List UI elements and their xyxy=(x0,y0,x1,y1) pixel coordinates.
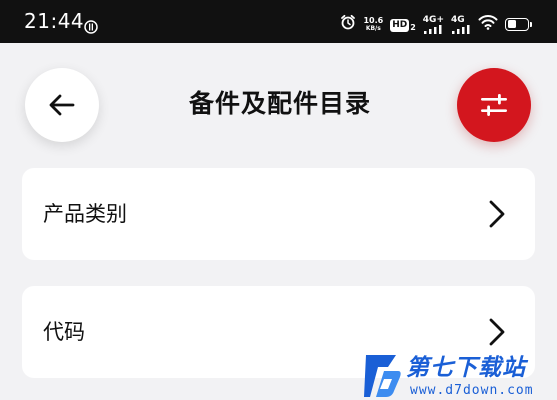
page-title: 备件及配件目录 xyxy=(188,89,371,118)
battery-fill xyxy=(507,20,516,28)
hd-sub-label: 2 xyxy=(410,23,416,32)
chevron-right-icon xyxy=(489,200,505,228)
arrow-left-icon xyxy=(49,94,75,116)
signal-bars-icon xyxy=(423,24,442,34)
network-speed: 10.6 KB/s xyxy=(363,16,383,33)
back-button[interactable] xyxy=(25,68,99,142)
hd-volte-badge: HD 2 xyxy=(390,16,416,32)
battery-icon xyxy=(505,17,532,31)
app-notification-icon xyxy=(84,19,98,34)
watermark-name: 第七下载站 xyxy=(406,355,526,381)
alarm-icon xyxy=(340,14,356,34)
wifi-icon xyxy=(478,14,498,34)
signal-4g: 4G xyxy=(451,15,471,34)
battery-tip xyxy=(530,21,532,27)
network-speed-value: 10.6 xyxy=(363,15,384,25)
watermark: 第七下载站 www.d7down.com xyxy=(362,353,557,400)
sliders-icon xyxy=(481,94,507,116)
filter-button[interactable] xyxy=(457,68,531,142)
list-item-label: 代码 xyxy=(43,320,85,344)
status-indicators: 10.6 KB/s HD 2 4G+ 4G xyxy=(340,13,532,35)
list-item-product-category[interactable]: 产品类别 xyxy=(22,168,535,260)
chevron-right-icon xyxy=(489,318,505,346)
signal-4g-plus-label: 4G+ xyxy=(422,14,444,25)
signal-4g-plus: 4G+ xyxy=(423,15,444,34)
list-item-label: 产品类别 xyxy=(43,202,127,226)
signal-bars-icon xyxy=(452,24,470,34)
signal-4g-label: 4G xyxy=(451,14,465,25)
watermark-logo-icon xyxy=(364,355,401,397)
status-bar: 21:44 10.6 KB/s HD 2 4G+ 4G xyxy=(0,0,557,43)
hd-label: HD xyxy=(390,19,410,32)
watermark-url: www.d7down.com xyxy=(410,383,534,398)
status-time: 21:44 xyxy=(24,9,85,33)
network-speed-unit: KB/s xyxy=(365,24,381,32)
